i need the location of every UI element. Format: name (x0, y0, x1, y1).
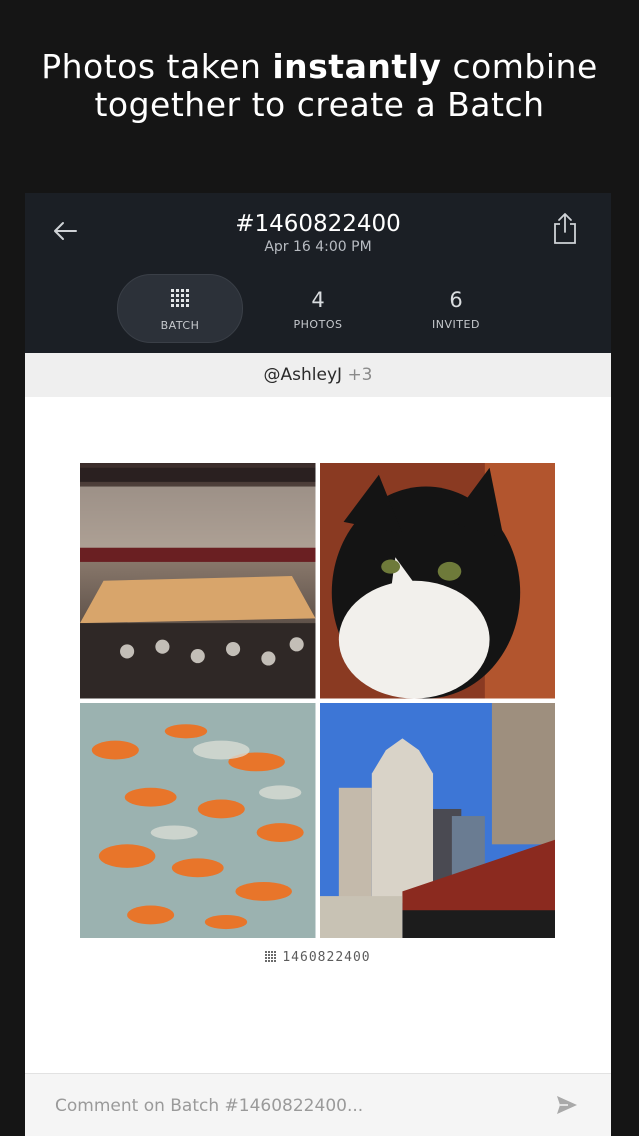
contributors-bar[interactable]: @AshleyJ +3 (25, 353, 611, 397)
share-icon (554, 213, 576, 244)
headline-line-1: Photos taken instantly combine (41, 47, 598, 86)
tab-photos-count: 4 (311, 288, 325, 312)
skyline-image (319, 702, 555, 938)
batch-date: Apr 16 4:00 PM (264, 239, 372, 255)
tab-invited[interactable]: 6 INVITED (394, 274, 518, 341)
photo-cat[interactable] (319, 463, 555, 699)
tab-batch[interactable]: BATCH (117, 274, 243, 343)
comment-bar (25, 1073, 611, 1136)
tab-invited-count: 6 (449, 288, 463, 312)
arena-image (80, 463, 316, 699)
tab-photos-label: PHOTOS (293, 318, 343, 331)
cat-image (319, 463, 555, 699)
photo-goldfish[interactable] (80, 702, 316, 938)
batch-title: #1460822400 (235, 211, 401, 237)
photo-arena[interactable] (80, 463, 316, 699)
share-button[interactable] (553, 211, 581, 247)
batch-id-text: 1460822400 (282, 950, 371, 965)
goldfish-image (80, 702, 316, 938)
batch-collage[interactable] (80, 463, 555, 938)
header-bar: #1460822400 Apr 16 4:00 PM BATCH 4 PHOTO… (25, 193, 611, 353)
headline-line-2: together to create a Batch (94, 85, 545, 124)
contributor-username: @AshleyJ (263, 365, 343, 385)
grid-small-icon (265, 951, 277, 962)
contributor-extra-count: +3 (347, 365, 373, 385)
tab-batch-label: BATCH (160, 319, 200, 332)
headline: Photos taken instantly combine together … (0, 48, 639, 124)
app-screen: #1460822400 Apr 16 4:00 PM BATCH 4 PHOTO… (25, 193, 611, 1136)
send-icon[interactable] (555, 1093, 579, 1117)
tab-photos[interactable]: 4 PHOTOS (256, 274, 380, 341)
photo-skyline[interactable] (319, 702, 555, 938)
grid-icon (171, 289, 189, 307)
batch-id-label: 1460822400 (25, 950, 611, 965)
headline-bold: instantly (272, 47, 442, 86)
comment-input[interactable] (53, 1090, 537, 1122)
tab-invited-label: INVITED (432, 318, 480, 331)
tab-bar: BATCH 4 PHOTOS 6 INVITED (25, 274, 611, 344)
